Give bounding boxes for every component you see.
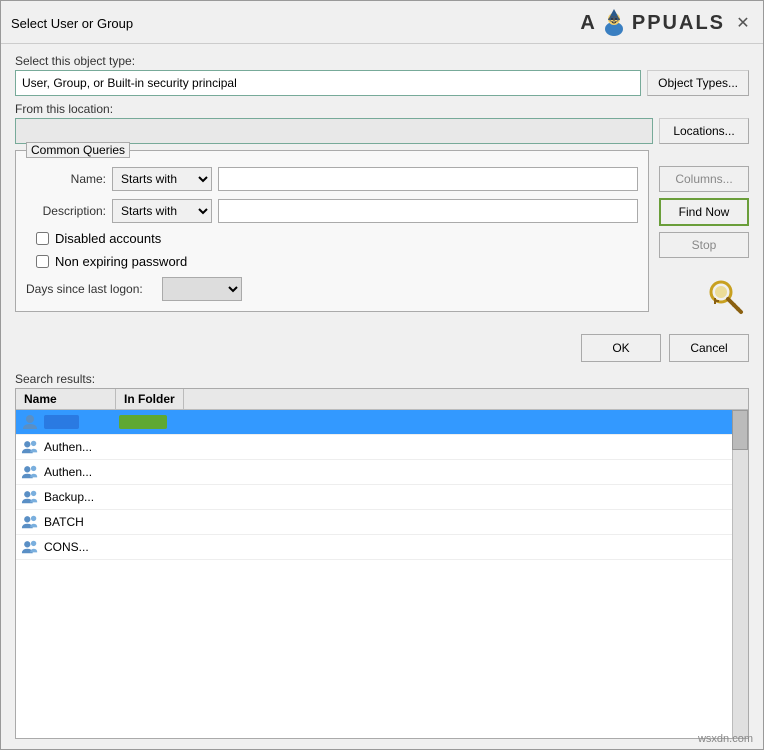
from-location-input[interactable]	[15, 118, 653, 144]
title-bar-right: A	[580, 7, 753, 39]
table-row[interactable]: Authen...	[16, 460, 748, 485]
table-row[interactable]: BATCH	[16, 510, 748, 535]
appuals-logo: A	[580, 7, 725, 39]
col-name-header: Name	[16, 389, 116, 409]
name-query-label: Name:	[26, 172, 106, 186]
close-button[interactable]: ✕	[733, 13, 753, 33]
scrollbar-thumb[interactable]	[732, 410, 748, 450]
result-name-cell: Authen...	[44, 440, 119, 454]
queries-legend: Common Queries	[26, 142, 130, 158]
non-expiring-label: Non expiring password	[55, 254, 187, 269]
group-user-icon	[21, 538, 39, 556]
group-user-icon	[21, 438, 39, 456]
group-icon	[20, 487, 40, 507]
title-bar: Select User or Group A	[1, 1, 763, 44]
appuals-text: PPUALS	[632, 12, 725, 35]
scrollbar-track[interactable]	[732, 410, 748, 738]
single-user-icon	[21, 413, 39, 431]
table-row[interactable]: Backup...	[16, 485, 748, 510]
name-starts-with-select[interactable]: Starts with Is exactly Contains	[112, 167, 212, 191]
results-header: Name In Folder	[16, 389, 748, 410]
results-scroll[interactable]: Authen... Authen..	[16, 410, 748, 738]
group-user-icon	[21, 463, 39, 481]
dialog-title: Select User or Group	[11, 16, 133, 31]
name-query-input[interactable]	[218, 167, 638, 191]
user-icon	[20, 412, 40, 432]
action-row: OK Cancel	[15, 326, 749, 366]
group-user-icon	[21, 488, 39, 506]
result-name-cell	[44, 415, 119, 429]
scrollbar-header-spacer	[184, 389, 200, 409]
group-user-icon	[21, 513, 39, 531]
result-name-cell: CONS...	[44, 540, 119, 554]
results-section: Search results: Name In Folder	[15, 372, 749, 739]
days-since-row: Days since last logon: 30 60 90	[26, 277, 638, 301]
name-query-row: Name: Starts with Is exactly Contains	[26, 167, 638, 191]
result-folder-cell	[119, 415, 748, 429]
stop-button[interactable]: Stop	[659, 232, 749, 258]
object-type-label: Select this object type:	[15, 54, 749, 68]
object-types-button[interactable]: Object Types...	[647, 70, 749, 96]
wizard-icon	[598, 7, 630, 39]
table-row[interactable]: Authen...	[16, 435, 748, 460]
magnifier-icon	[701, 272, 749, 320]
queries-panel: Common Queries Name: Starts with Is exac…	[15, 150, 649, 312]
folder-highlight	[119, 415, 167, 429]
search-icon-area	[701, 272, 749, 320]
result-name-cell: Backup...	[44, 490, 119, 504]
description-query-label: Description:	[26, 204, 106, 218]
cancel-button[interactable]: Cancel	[669, 334, 749, 362]
group-icon	[20, 462, 40, 482]
watermark: wsxdn.com	[698, 733, 753, 745]
disabled-accounts-label: Disabled accounts	[55, 231, 161, 246]
non-expiring-checkbox[interactable]	[36, 255, 49, 268]
description-query-input[interactable]	[218, 199, 638, 223]
description-query-row: Description: Starts with Is exactly Cont…	[26, 199, 638, 223]
from-location-row: Locations...	[15, 118, 749, 144]
description-starts-with-select[interactable]: Starts with Is exactly Contains	[112, 199, 212, 223]
table-row[interactable]: CONS...	[16, 535, 748, 560]
days-since-label: Days since last logon:	[26, 282, 156, 296]
days-since-select[interactable]: 30 60 90	[162, 277, 242, 301]
non-expiring-row: Non expiring password	[36, 254, 638, 269]
queries-right: Columns... Find Now Stop	[659, 158, 749, 320]
col-folder-header: In Folder	[116, 389, 184, 409]
appuals-a: A	[580, 12, 595, 35]
ok-button[interactable]: OK	[581, 334, 661, 362]
name-highlight	[44, 415, 79, 429]
results-table: Name In Folder	[15, 388, 749, 739]
find-now-button[interactable]: Find Now	[659, 198, 749, 226]
group-icon	[20, 437, 40, 457]
group-icon	[20, 537, 40, 557]
select-user-dialog: Select User or Group A	[0, 0, 764, 750]
result-name-cell: BATCH	[44, 515, 119, 529]
result-name-cell: Authen...	[44, 465, 119, 479]
object-type-section: Select this object type: Object Types...	[15, 54, 749, 96]
disabled-accounts-row: Disabled accounts	[36, 231, 638, 246]
table-row[interactable]	[16, 410, 748, 435]
from-location-section: From this location: Locations...	[15, 102, 749, 144]
search-results-label: Search results:	[15, 372, 749, 386]
disabled-accounts-checkbox[interactable]	[36, 232, 49, 245]
object-type-input[interactable]	[15, 70, 641, 96]
queries-left: Name: Starts with Is exactly Contains De…	[26, 167, 638, 301]
queries-area: Common Queries Name: Starts with Is exac…	[15, 150, 749, 320]
columns-button[interactable]: Columns...	[659, 166, 749, 192]
from-location-label: From this location:	[15, 102, 749, 116]
group-icon	[20, 512, 40, 532]
locations-button[interactable]: Locations...	[659, 118, 749, 144]
dialog-body: Select this object type: Object Types...…	[1, 44, 763, 749]
object-type-row: Object Types...	[15, 70, 749, 96]
